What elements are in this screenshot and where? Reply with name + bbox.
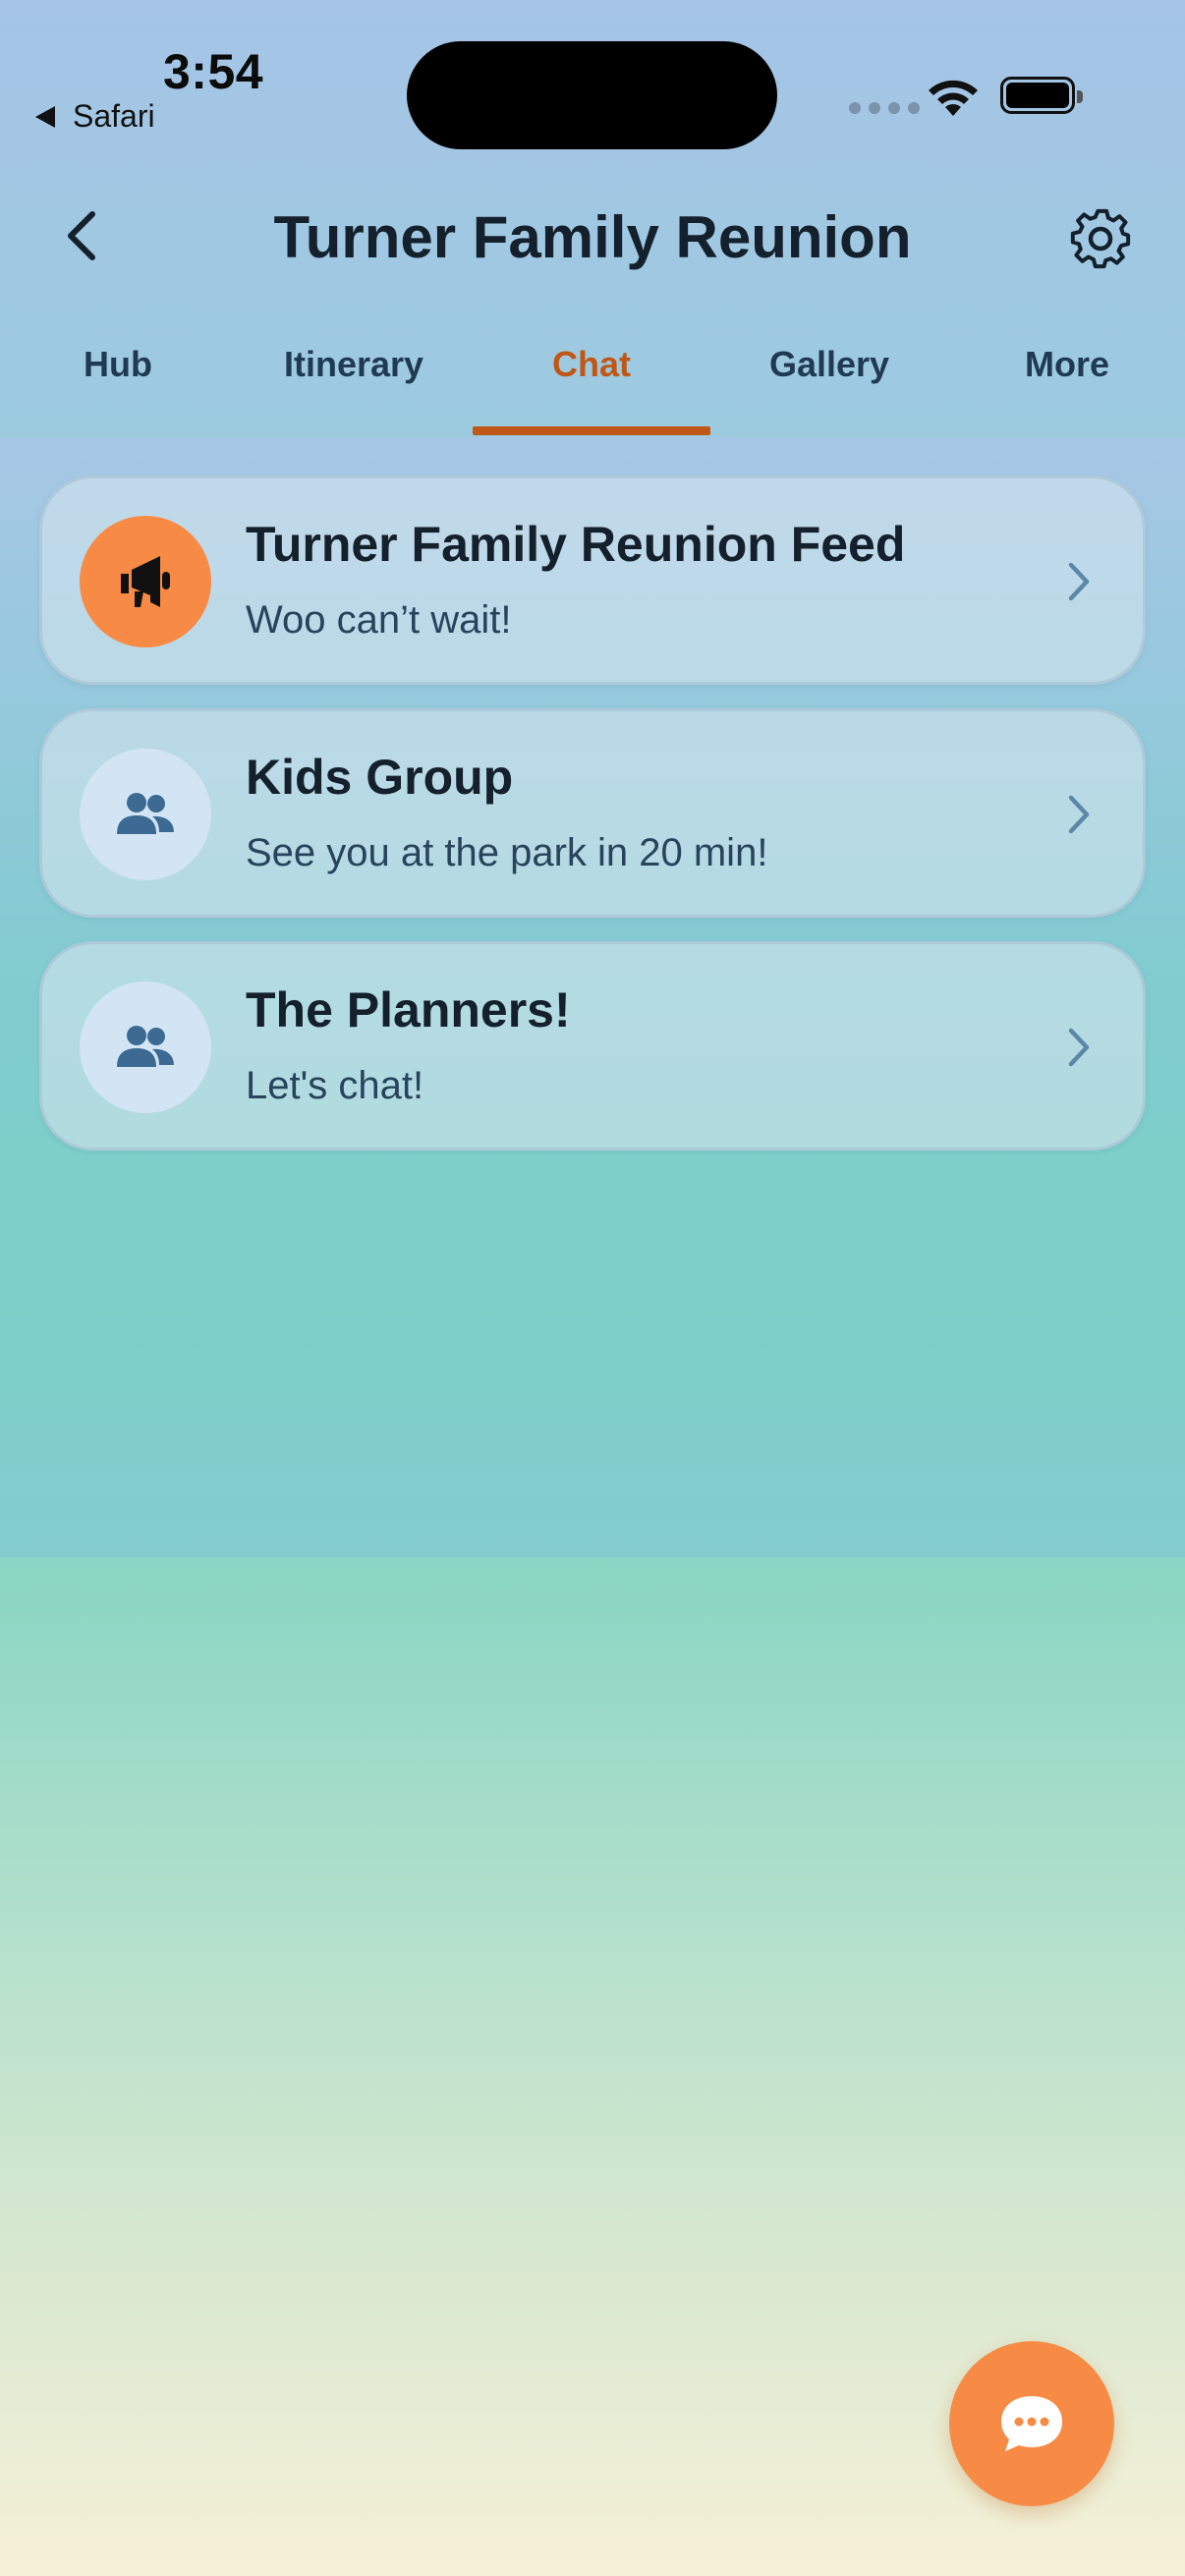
chat-item-planners[interactable]: The Planners! Let's chat!	[39, 941, 1146, 1150]
page-title: Turner Family Reunion	[273, 204, 912, 270]
chat-last-message: See you at the park in 20 min!	[246, 831, 768, 874]
tab-bar: Hub Itinerary Chat Gallery More	[0, 334, 1185, 437]
battery-icon	[1000, 77, 1083, 114]
tab-itinerary[interactable]: Itinerary	[284, 344, 423, 385]
status-time: 3:54	[163, 44, 264, 99]
tab-hub[interactable]: Hub	[84, 344, 152, 385]
people-icon	[117, 793, 174, 834]
new-chat-button[interactable]	[949, 2341, 1114, 2506]
chat-avatar	[80, 516, 211, 647]
active-tab-indicator	[473, 426, 710, 435]
chat-last-message: Woo can’t wait!	[246, 598, 512, 642]
chevron-right-icon	[1068, 1028, 1090, 1067]
chat-item-kids-group[interactable]: Kids Group See you at the park in 20 min…	[39, 708, 1146, 918]
back-triangle-icon	[35, 105, 55, 128]
chevron-right-icon	[1068, 562, 1090, 601]
chat-title: Turner Family Reunion Feed	[246, 517, 906, 572]
chat-bubble-icon	[1001, 2396, 1062, 2451]
chat-title: The Planners!	[246, 982, 571, 1037]
tab-gallery[interactable]: Gallery	[769, 344, 889, 385]
back-app-label: Safari	[73, 98, 155, 134]
cellular-signal-icon	[849, 102, 920, 114]
dynamic-island	[407, 41, 777, 149]
people-icon	[117, 1026, 174, 1067]
gear-icon[interactable]	[1066, 204, 1135, 273]
chat-avatar	[80, 749, 211, 880]
chevron-right-icon	[1068, 795, 1090, 834]
tab-more[interactable]: More	[1025, 344, 1109, 385]
wifi-icon	[929, 80, 978, 116]
chat-last-message: Let's chat!	[246, 1064, 424, 1107]
chat-title: Kids Group	[246, 750, 514, 805]
tab-chat[interactable]: Chat	[552, 344, 631, 385]
back-to-app-link[interactable]: Safari	[35, 98, 155, 135]
megaphone-icon	[121, 556, 170, 607]
chat-item-feed[interactable]: Turner Family Reunion Feed Woo can’t wai…	[39, 476, 1146, 685]
chat-avatar	[80, 981, 211, 1113]
